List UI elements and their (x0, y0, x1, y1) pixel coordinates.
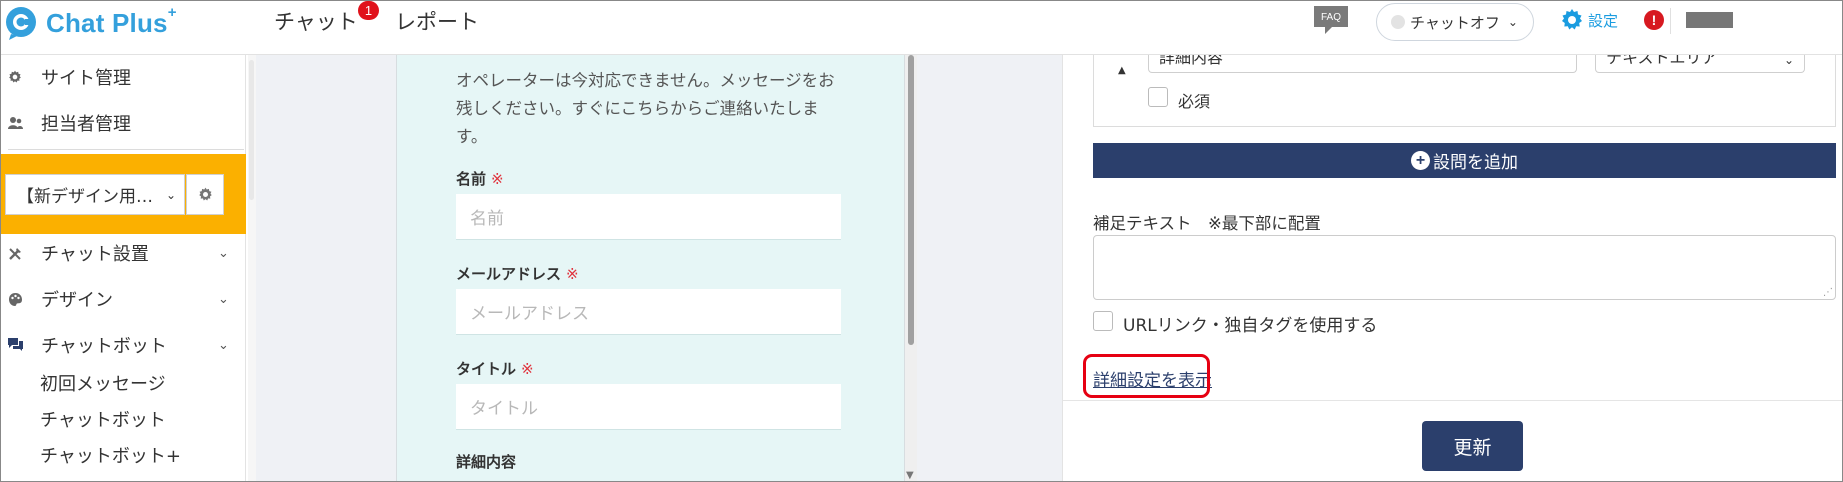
faq-icon[interactable]: FAQ (1312, 4, 1350, 36)
nav-report[interactable]: レポート (395, 6, 479, 36)
logo[interactable]: Chat Plus+ (4, 3, 177, 41)
scroll-down-arrow-icon[interactable]: ▼ (906, 470, 914, 481)
required-mark: ※ (566, 265, 579, 283)
chat-widget-preview: オペレーターは今対応できません。メッセージをお残しください。すぐにこちらからご連… (396, 55, 905, 482)
required-checkbox-label: 必須 (1178, 92, 1211, 111)
chat-status-toggle[interactable]: チャットオフ ⌄ (1376, 3, 1534, 41)
url-tag-checkbox[interactable] (1093, 311, 1113, 331)
sidebar-subitem-chatbot[interactable]: チャットボット (40, 406, 166, 432)
highlight-annotation (1083, 354, 1210, 398)
chevron-down-icon: ⌄ (218, 245, 229, 261)
settings-link[interactable]: 設定 (1560, 8, 1618, 32)
sidebar-item-chat-install[interactable]: チャット設置 ⌄ (0, 235, 246, 271)
palette-icon (7, 291, 23, 307)
users-icon (7, 115, 23, 131)
chevron-down-icon: ⌄ (166, 187, 177, 202)
chevron-down-icon: ⌄ (1784, 53, 1795, 67)
site-selector-box: 【新デザイン用… ⌄ (0, 154, 246, 234)
sidebar-item-design[interactable]: デザイン ⌄ (0, 281, 246, 317)
gear-icon (1562, 9, 1582, 30)
header-separator (1670, 8, 1671, 34)
supplement-textarea[interactable]: ⋰ (1093, 235, 1836, 300)
add-question-label: 設問を追加 (1433, 153, 1518, 173)
site-select-value: 【新デザイン用… (17, 187, 153, 207)
status-dot (1391, 15, 1405, 29)
faq-label: FAQ (1321, 12, 1341, 23)
plus-circle-icon: + (1411, 151, 1430, 170)
logo-text: Chat Plus+ (46, 3, 177, 38)
chevron-down-icon: ⌄ (218, 291, 229, 307)
sidebar-item-staff-management[interactable]: 担当者管理 (0, 105, 246, 141)
settings-label: 設定 (1588, 11, 1619, 30)
scrollbar-thumb[interactable] (249, 60, 254, 200)
offline-message: オペレーターは今対応できません。メッセージをお残しください。すぐにこちらからご連… (456, 71, 835, 146)
field-label-name: 名前 ※ (456, 170, 504, 188)
resize-grip-icon[interactable]: ⋰ (1823, 287, 1833, 298)
chevron-down-icon: ⌄ (1507, 15, 1518, 29)
add-question-button[interactable]: + 設問を追加 (1093, 143, 1836, 178)
sidebar-item-label: サイト管理 (41, 68, 131, 89)
site-settings-button[interactable] (186, 174, 224, 215)
scrollbar-thumb[interactable] (908, 55, 914, 345)
chat-status-label: チャットオフ (1410, 13, 1500, 32)
field-label-details: 詳細内容 (456, 453, 517, 471)
required-mark: ※ (491, 170, 504, 188)
sidebar-item-chatbot[interactable]: チャットボット ⌄ (0, 327, 246, 363)
chevron-down-icon: ⌄ (218, 337, 229, 353)
form-settings-panel: ▲ 詳細内容 テキストエリア ⌄ 必須 + 設問を追加 補足テキスト ※最下部に… (1062, 51, 1843, 482)
url-tag-label: URLリンク・独自タグを使用する (1123, 316, 1378, 336)
sidebar: サイト管理 担当者管理 【新デザイン用… ⌄ チャット設置 ⌄ デザイン ⌄ チ… (0, 55, 246, 482)
question-item: ▲ 詳細内容 テキストエリア ⌄ 必須 (1093, 51, 1836, 127)
title-input[interactable]: タイトル (456, 384, 841, 430)
sidebar-item-label: デザイン (41, 290, 113, 311)
logo-chat-icon (6, 7, 36, 40)
nav-chat[interactable]: チャット (274, 6, 358, 36)
field-label-email: メールアドレス ※ (456, 265, 579, 283)
required-mark: ※ (521, 360, 534, 378)
alert-icon[interactable]: ! (1644, 10, 1664, 30)
app-header: Chat Plus+ チャット 1 レポート FAQ チャットオフ ⌄ 設定 ! (0, 0, 1843, 55)
panel-divider (1063, 400, 1843, 401)
preview-scrollbar[interactable]: ▼ (905, 55, 917, 482)
sidebar-scrollbar[interactable] (248, 55, 256, 482)
sidebar-subitem-chatbot-plus[interactable]: チャットボット+ (40, 442, 181, 468)
chat-icon (7, 337, 23, 353)
site-select-dropdown[interactable]: 【新デザイン用… ⌄ (5, 174, 185, 215)
sort-handle-icon[interactable]: ▲ (1118, 65, 1126, 76)
sidebar-subitem-first-message[interactable]: 初回メッセージ (40, 370, 166, 396)
field-label-title: タイトル ※ (456, 360, 534, 378)
update-button[interactable]: 更新 (1422, 421, 1523, 471)
sidebar-item-label: チャットボット (41, 336, 167, 357)
email-input[interactable]: メールアドレス (456, 289, 841, 335)
gear-icon (199, 187, 212, 201)
tools-icon (7, 245, 23, 261)
required-checkbox[interactable] (1148, 87, 1168, 107)
user-name-redacted[interactable] (1686, 12, 1733, 28)
sidebar-divider (8, 149, 244, 150)
sidebar-item-site-management[interactable]: サイト管理 (0, 59, 246, 95)
sidebar-item-label: 担当者管理 (41, 114, 131, 135)
name-input[interactable]: 名前 (456, 194, 841, 240)
supplement-text-label: 補足テキスト ※最下部に配置 (1093, 214, 1321, 233)
sidebar-item-label: チャット設置 (41, 244, 149, 265)
gear-icon (7, 69, 23, 85)
chat-notification-badge: 1 (358, 1, 379, 20)
